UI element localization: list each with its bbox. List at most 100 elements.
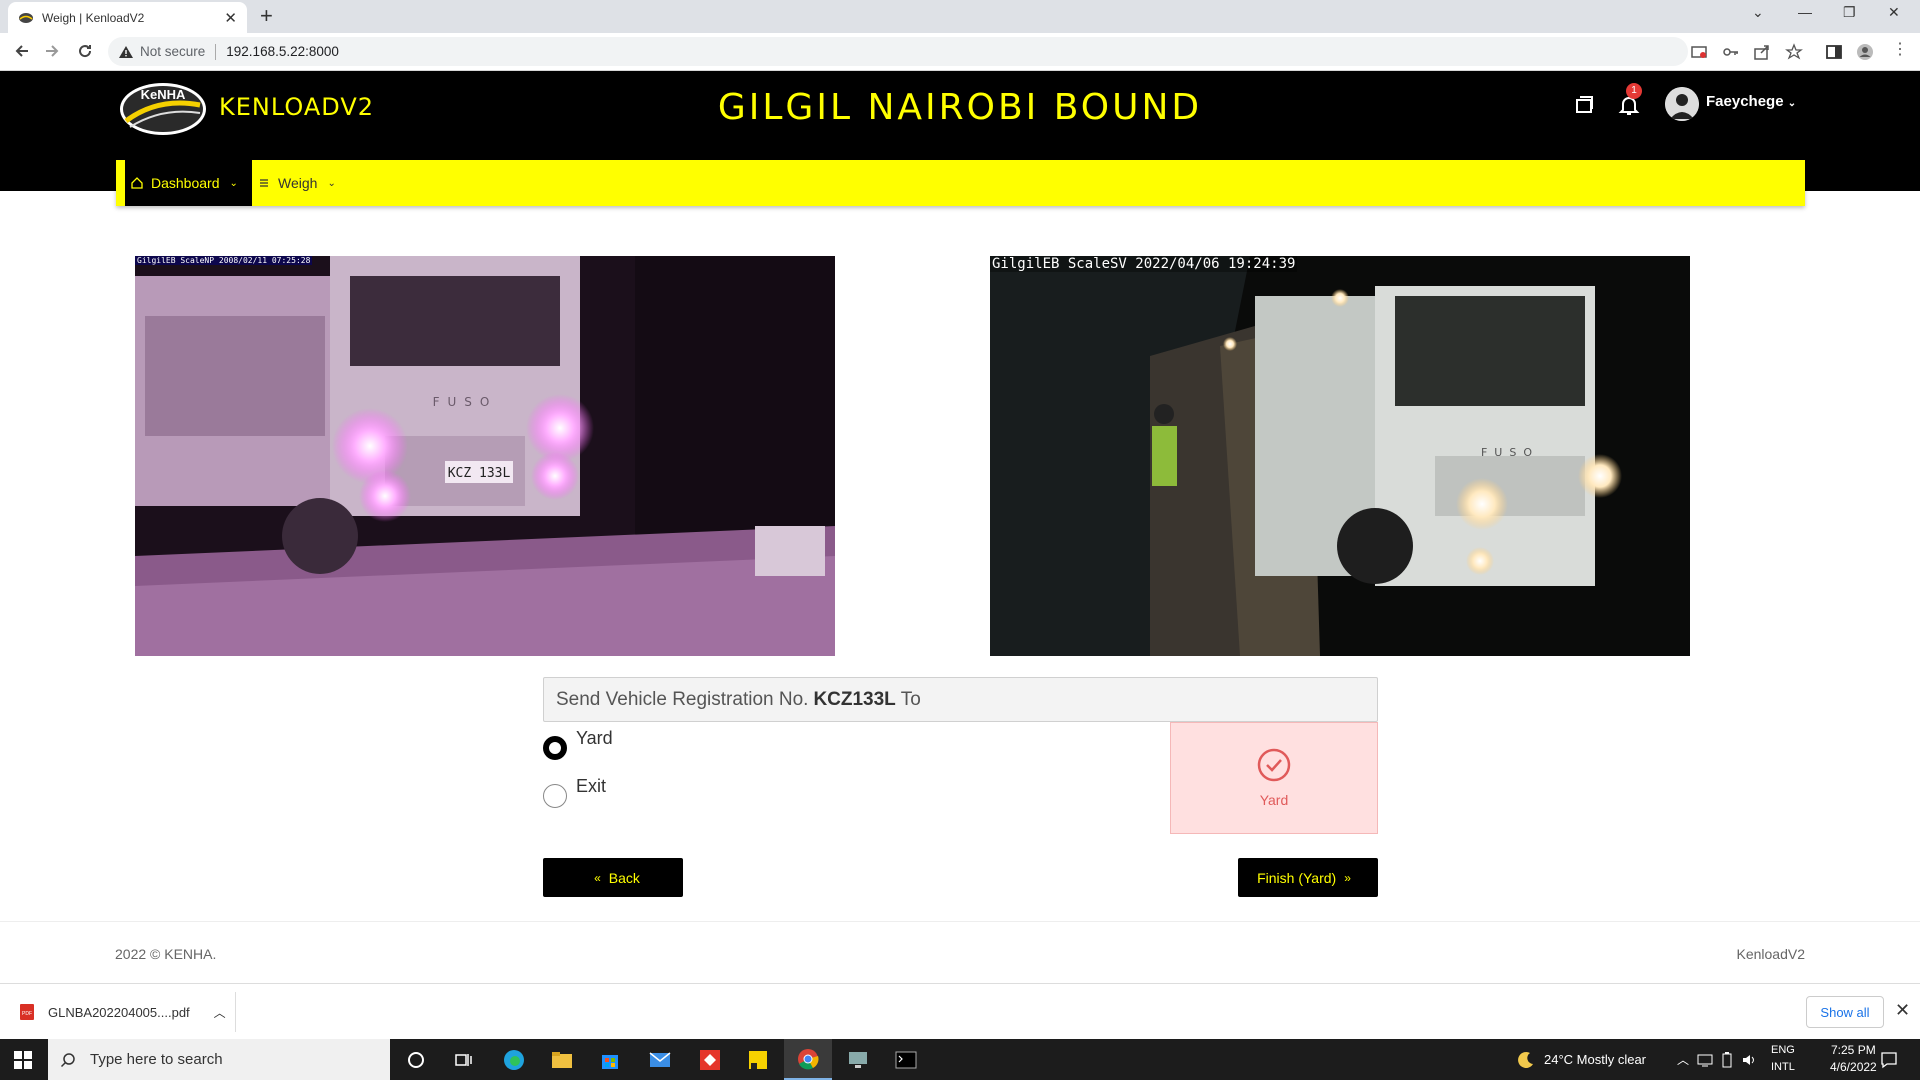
back-arrow-icon[interactable] <box>12 41 32 61</box>
radio-option-yard[interactable]: Yard <box>543 728 613 760</box>
send-suffix: To <box>900 688 921 710</box>
sticky-notes-icon[interactable] <box>734 1039 782 1080</box>
back-button-label: Back <box>608 869 640 886</box>
weather-text: 24°C Mostly clear <box>1544 1052 1647 1067</box>
terminal-icon[interactable] <box>882 1039 930 1080</box>
task-view-icon[interactable] <box>440 1039 488 1080</box>
network-icon[interactable] <box>1697 1039 1713 1080</box>
nav-weigh-label: Weigh <box>278 175 318 191</box>
store-icon[interactable] <box>586 1039 634 1080</box>
truck-front-photo: KCZ 133L FUSO <box>135 256 835 656</box>
moon-icon <box>1518 1051 1533 1068</box>
taskbar-search[interactable]: Type here to search <box>48 1039 390 1080</box>
pdf-file-icon: PDF <box>20 1004 34 1020</box>
selected-destination-card: Yard <box>1170 722 1378 834</box>
download-bar: PDF GLNBA202204005....pdf ︿ Show all ✕ <box>0 983 1920 1039</box>
menu-kebab-icon[interactable]: ⋮ <box>1892 39 1910 58</box>
download-filename: GLNBA202204005....pdf <box>48 1004 190 1020</box>
footer-copyright: 2022 © KENHA. <box>115 946 217 962</box>
bookmark-star-icon[interactable] <box>1785 43 1803 61</box>
footer-divider <box>0 921 1920 922</box>
security-label: Not secure <box>140 44 206 59</box>
taskbar-search-placeholder: Type here to search <box>90 1051 223 1068</box>
chevron-down-icon: ⌄ <box>229 177 238 189</box>
edge-icon[interactable] <box>490 1039 538 1080</box>
username: Faeychege <box>1706 93 1784 110</box>
finish-button[interactable]: Finish (Yard) » <box>1238 858 1378 897</box>
yard-radio-button[interactable] <box>543 736 567 760</box>
profile-icon[interactable] <box>1856 43 1874 61</box>
notifications-icon[interactable] <box>1880 1039 1898 1080</box>
minimize-icon[interactable]: — <box>1798 4 1812 20</box>
address-bar[interactable]: Not secure 192.168.5.22:8000 <box>108 37 1688 66</box>
clock-time: 7:25 PM <box>1831 1043 1876 1057</box>
radio-option-exit[interactable]: Exit <box>543 776 606 808</box>
back-button[interactable]: « Back <box>543 858 683 897</box>
user-avatar-icon <box>1665 87 1699 121</box>
key-icon[interactable] <box>1722 43 1740 61</box>
chrome-icon[interactable] <box>784 1039 832 1080</box>
windows-start-icon[interactable] <box>14 1051 32 1069</box>
new-tab-icon[interactable]: + <box>260 4 273 28</box>
footer-app-name: KenloadV2 <box>1736 946 1805 962</box>
show-all-button[interactable]: Show all <box>1806 996 1884 1028</box>
forward-arrow-icon[interactable] <box>42 41 62 61</box>
clock[interactable]: 7:25 PM 4/6/2022 <box>1830 1042 1877 1076</box>
nav-dashboard-label: Dashboard <box>151 175 220 191</box>
volume-icon[interactable] <box>1742 1039 1758 1080</box>
file-explorer-icon[interactable] <box>538 1039 586 1080</box>
tab-close-icon[interactable]: ✕ <box>224 9 237 27</box>
close-download-bar-icon[interactable]: ✕ <box>1895 1000 1910 1021</box>
weather-widget[interactable]: 24°C Mostly clear <box>1516 1039 1646 1080</box>
battery-icon[interactable] <box>1720 1039 1734 1080</box>
close-window-icon[interactable]: ✕ <box>1888 4 1900 21</box>
search-icon <box>60 1052 75 1067</box>
avatar[interactable] <box>1665 87 1699 121</box>
send-vehicle-banner: Send Vehicle Registration No. KCZ133L To <box>543 677 1378 722</box>
main-navbar: Dashboard ⌄ Weigh ⌄ <box>116 160 1805 206</box>
chevron-up-icon[interactable]: ︿ <box>214 1004 226 1021</box>
download-separator <box>235 992 236 1032</box>
camera-stamp-front: GilgilEB ScaleNP 2008/02/11 07:25:28 <box>135 256 313 265</box>
url-text: 192.168.5.22:8000 <box>226 44 339 59</box>
restore-icon[interactable]: ❐ <box>1843 4 1856 21</box>
side-panel-icon[interactable] <box>1825 43 1843 61</box>
language-indicator[interactable]: ENG INTL <box>1771 1042 1795 1076</box>
send-prefix: Send Vehicle Registration No. <box>556 688 809 710</box>
mail-icon[interactable] <box>636 1039 684 1080</box>
address-separator <box>215 43 217 60</box>
selected-destination-label: Yard <box>1259 792 1289 808</box>
double-left-icon: « <box>594 870 601 885</box>
camera-image-front: KCZ 133L FUSO GilgilEB ScaleNP 2008/02/1… <box>135 256 835 656</box>
share-icon[interactable] <box>1753 43 1771 61</box>
cortana-icon[interactable] <box>392 1039 440 1080</box>
nav-weigh[interactable]: Weigh ⌄ <box>258 160 336 206</box>
reload-icon[interactable] <box>75 41 95 61</box>
home-icon <box>131 177 143 189</box>
chevron-down-icon: ⌄ <box>327 177 336 189</box>
browser-toolbar: Not secure 192.168.5.22:8000 ⋮ <box>0 33 1920 71</box>
browser-tab[interactable]: Weigh | KenloadV2 ✕ <box>8 2 247 33</box>
truck-brand-text-2: FUSO <box>1481 446 1539 459</box>
clock-date: 4/6/2022 <box>1830 1060 1877 1074</box>
anydesk-icon[interactable] <box>686 1039 734 1080</box>
nav-dashboard[interactable]: Dashboard ⌄ <box>125 160 252 206</box>
camera-image-side: FUSO GilgilEB ScaleSV 2022/04/06 19:24:3… <box>990 256 1690 656</box>
username-dropdown[interactable]: Faeychege ⌄ <box>1706 93 1796 110</box>
lang-secondary: INTL <box>1771 1061 1795 1073</box>
favicon-icon <box>19 12 33 23</box>
warning-icon <box>119 45 133 58</box>
check-circle-icon <box>1257 748 1291 782</box>
exit-radio-button[interactable] <box>543 784 567 808</box>
remote-desktop-icon[interactable] <box>834 1039 882 1080</box>
lang-primary: ENG <box>1771 1044 1795 1056</box>
registration-number: KCZ133L <box>813 688 896 710</box>
fullscreen-icon[interactable] <box>1572 93 1596 117</box>
tray-chevron-icon[interactable]: ︿ <box>1677 1039 1689 1080</box>
download-item[interactable]: PDF GLNBA202204005....pdf ︿ <box>18 984 226 1040</box>
camera-stamp-side: GilgilEB ScaleSV 2022/04/06 19:24:39 <box>990 256 1298 272</box>
double-right-icon: » <box>1344 870 1351 885</box>
cast-icon[interactable] <box>1690 43 1708 61</box>
tab-search-icon[interactable]: ⌄ <box>1752 4 1764 21</box>
finish-button-label: Finish (Yard) <box>1257 869 1337 886</box>
